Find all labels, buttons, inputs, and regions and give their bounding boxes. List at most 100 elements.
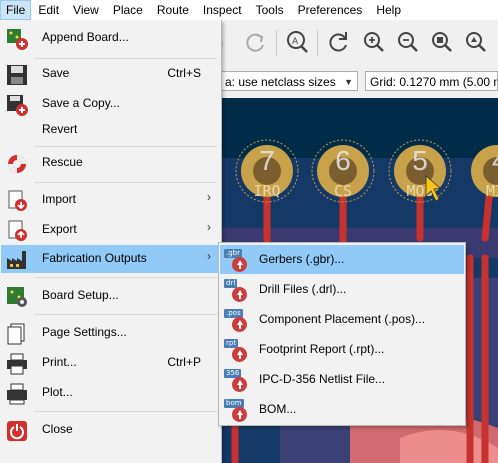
upload-arrow-icon: [232, 287, 247, 302]
menu-item-label: Component Placement (.pos)...: [259, 312, 426, 326]
menu-inspect[interactable]: Inspect: [196, 0, 249, 20]
close-icon: [7, 421, 27, 441]
plot-icon: [7, 383, 27, 405]
menu-item-append-board[interactable]: Append Board...: [1, 24, 219, 52]
menu-item-gerbers[interactable]: .gbr Gerbers (.gbr)...: [220, 245, 464, 274]
append-board-icon: [7, 29, 28, 50]
menu-item-plot[interactable]: Plot...: [1, 379, 219, 407]
file-menu: Append Board... Save Ctrl+S Save a Copy.…: [0, 20, 222, 463]
menu-item-label: Save: [42, 66, 70, 80]
refresh-icon[interactable]: [325, 29, 351, 55]
menu-item-fabrication-outputs[interactable]: Fabrication Outputs ›: [1, 245, 219, 273]
zoom-selection-icon[interactable]: [463, 29, 489, 55]
pad-net-label: MI: [486, 182, 498, 200]
menu-item-label: Append Board...: [42, 30, 129, 44]
grid-combo[interactable]: Grid: 0.1270 mm (5.00 mi: [365, 71, 498, 91]
menu-item-label: Plot...: [42, 385, 73, 399]
submenu-arrow-icon: ›: [207, 190, 211, 204]
menu-item-label: Revert: [42, 122, 78, 136]
menu-separator: [35, 182, 217, 183]
menu-preferences[interactable]: Preferences: [291, 0, 370, 20]
menubar: File Edit View Place Route Inspect Tools…: [0, 0, 498, 21]
menu-tools[interactable]: Tools: [249, 0, 291, 20]
menu-item-label: Page Settings...: [42, 325, 127, 339]
selection-toolbar: a: use netclass sizes ▼ Grid: 0.1270 mm …: [220, 66, 498, 99]
menu-item-label: IPC-D-356 Netlist File...: [259, 372, 386, 386]
chevron-down-icon: ▼: [344, 77, 353, 87]
menu-item-label: BOM...: [259, 402, 297, 416]
menu-item-close[interactable]: Close: [1, 416, 219, 444]
board-setup-icon: [7, 287, 27, 307]
menu-item-import[interactable]: Import ›: [1, 186, 219, 214]
menu-separator: [35, 314, 217, 315]
export-icon: [8, 220, 27, 241]
menu-item-rescue[interactable]: Rescue: [1, 149, 219, 177]
menu-item-label: Import: [42, 192, 77, 206]
pad-number: 6: [335, 145, 351, 176]
menu-item-label: Save a Copy...: [42, 96, 120, 110]
menu-item-label: Gerbers (.gbr)...: [259, 252, 345, 266]
menu-view[interactable]: View: [66, 0, 106, 20]
pad-net-label: IRQ: [253, 182, 280, 200]
upload-arrow-icon: [232, 257, 247, 272]
menu-file[interactable]: File: [0, 0, 32, 20]
menu-edit[interactable]: Edit: [31, 0, 66, 20]
pad-number: 4: [492, 145, 498, 176]
menu-separator: [35, 58, 217, 59]
pad-number: 5: [412, 145, 428, 176]
find-icon[interactable]: A: [284, 29, 310, 55]
upload-arrow-icon: [232, 377, 247, 392]
track-width-combo[interactable]: a: use netclass sizes ▼: [220, 71, 358, 91]
menu-item-save[interactable]: Save Ctrl+S: [1, 60, 219, 88]
menu-item-footprint-report[interactable]: rpt Footprint Report (.rpt)...: [220, 335, 464, 364]
upload-arrow-icon: [232, 347, 247, 362]
save-copy-icon: [7, 95, 28, 116]
upload-arrow-icon: [232, 407, 247, 422]
redo-icon[interactable]: [242, 29, 268, 55]
menu-item-revert[interactable]: Revert: [1, 116, 219, 144]
menu-item-save-copy[interactable]: Save a Copy...: [1, 90, 219, 118]
zoom-fit-icon[interactable]: [429, 29, 455, 55]
pad-number: 7: [259, 145, 275, 176]
menu-place[interactable]: Place: [106, 0, 150, 20]
upload-arrow-icon: [232, 317, 247, 332]
toolbar-separator: [276, 30, 277, 56]
grid-value: Grid: 0.1270 mm (5.00 mi: [370, 75, 498, 89]
menu-help[interactable]: Help: [369, 0, 408, 20]
menu-separator: [35, 411, 217, 412]
menu-item-drill-files[interactable]: drl Drill Files (.drl)...: [220, 275, 464, 304]
report-file-icon: rpt: [224, 338, 250, 362]
file-type-tag: drl: [224, 279, 238, 288]
menu-item-shortcut: Ctrl+S: [167, 66, 201, 80]
toolbar-separator: [317, 30, 318, 56]
menu-item-label: Export: [42, 222, 77, 236]
zoom-out-icon[interactable]: [395, 29, 421, 55]
drill-file-icon: drl: [224, 278, 250, 302]
zoom-in-icon[interactable]: [361, 29, 387, 55]
menu-item-label: Drill Files (.drl)...: [259, 282, 347, 296]
track-width-value: a: use netclass sizes: [225, 75, 336, 89]
netlist-file-icon: 356: [224, 368, 250, 392]
menu-route[interactable]: Route: [150, 0, 196, 20]
menu-item-label: Print...: [42, 355, 77, 369]
menu-item-ipc-netlist[interactable]: 356 IPC-D-356 Netlist File...: [220, 365, 464, 394]
menu-item-label: Fabrication Outputs: [42, 251, 147, 265]
placement-file-icon: .pos: [224, 308, 250, 332]
menu-item-label: Board Setup...: [42, 288, 119, 302]
bom-file-icon: bom: [224, 398, 250, 422]
svg-text:A: A: [292, 37, 299, 47]
factory-icon: [7, 251, 26, 269]
menu-item-label: Rescue: [42, 155, 83, 169]
save-icon: [7, 65, 27, 85]
page-settings-icon: [7, 323, 25, 345]
menu-item-page-settings[interactable]: Page Settings...: [1, 319, 219, 347]
fabrication-outputs-submenu: .gbr Gerbers (.gbr)... drl Drill Files (…: [218, 242, 466, 426]
menu-item-export[interactable]: Export ›: [1, 216, 219, 244]
menu-separator: [35, 146, 217, 147]
menu-item-bom[interactable]: bom BOM...: [220, 395, 464, 424]
rescue-icon: [8, 155, 26, 173]
menu-item-board-setup[interactable]: Board Setup...: [1, 282, 219, 310]
menu-item-component-placement[interactable]: .pos Component Placement (.pos)...: [220, 305, 464, 334]
gerber-file-icon: .gbr: [224, 248, 250, 272]
menu-item-print[interactable]: Print... Ctrl+P: [1, 349, 219, 377]
